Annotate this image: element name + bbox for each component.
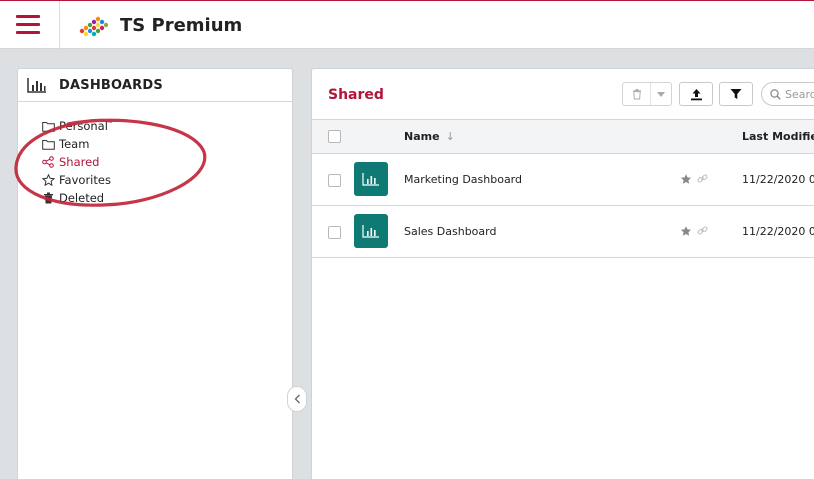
- delete-button[interactable]: [623, 83, 651, 105]
- hamburger-menu-icon[interactable]: [16, 15, 40, 35]
- upload-icon: [690, 88, 702, 100]
- dashboard-tile-icon: [354, 214, 388, 248]
- delete-button-group[interactable]: [622, 82, 672, 106]
- bar-chart-icon: [27, 78, 46, 93]
- favorite-star-icon[interactable]: [680, 225, 692, 237]
- folder-icon: [41, 138, 55, 150]
- column-header-name[interactable]: Name ↓: [404, 130, 455, 143]
- tree-item-label: Shared: [59, 155, 100, 169]
- filter-button[interactable]: [719, 82, 753, 106]
- tree-item-label: Personal: [59, 119, 108, 133]
- caret-down-icon: [657, 91, 665, 97]
- dashboards-panel-header: DASHBOARDS: [18, 69, 292, 102]
- table-header: Name ↓ Last Modified: [312, 120, 814, 154]
- header-divider: [59, 1, 60, 50]
- chevron-left-icon: [294, 394, 300, 404]
- trash-icon: [41, 192, 55, 204]
- filter-icon: [730, 89, 742, 99]
- search-box[interactable]: [761, 82, 814, 106]
- tree-item-favorites[interactable]: Favorites: [41, 171, 111, 189]
- tree-item-team[interactable]: Team: [41, 135, 111, 153]
- upload-button[interactable]: [679, 82, 713, 106]
- star-outline-icon: [41, 174, 55, 186]
- tree-item-personal[interactable]: Personal: [41, 117, 111, 135]
- dashboards-panel: DASHBOARDS Personal Team Shared Favorite…: [17, 68, 293, 479]
- last-modified-date: 11/22/2020 01: [742, 225, 814, 238]
- folder-icon: [41, 120, 55, 132]
- tree-item-shared[interactable]: Shared: [41, 153, 111, 171]
- delete-dropdown-toggle[interactable]: [651, 83, 671, 105]
- favorite-star-icon[interactable]: [680, 173, 692, 185]
- sort-down-arrow-icon: ↓: [445, 130, 455, 143]
- last-modified-date: 11/22/2020 01: [742, 173, 814, 186]
- top-bar: TS Premium: [0, 0, 814, 50]
- link-icon[interactable]: [697, 173, 708, 184]
- table-row[interactable]: Sales Dashboard 11/22/2020 01: [312, 206, 814, 258]
- list-title: Shared: [328, 87, 384, 103]
- dashboard-name[interactable]: Sales Dashboard: [404, 225, 496, 238]
- share-icon: [41, 156, 55, 168]
- select-all-checkbox[interactable]: [328, 130, 341, 143]
- column-header-last-modified[interactable]: Last Modified: [742, 130, 814, 143]
- app-title: TS Premium: [120, 15, 243, 36]
- dashboards-panel-title: DASHBOARDS: [59, 77, 163, 93]
- dashboard-tile-icon: [354, 162, 388, 196]
- tree-item-label: Deleted: [59, 191, 105, 205]
- list-header: Shared: [312, 69, 814, 120]
- dashboard-list-panel: Shared Name ↓ Last Modified: [311, 68, 814, 479]
- search-input[interactable]: [785, 87, 814, 101]
- collapse-panel-button[interactable]: [287, 386, 307, 412]
- table-row[interactable]: Marketing Dashboard 11/22/2020 01: [312, 154, 814, 206]
- link-icon[interactable]: [697, 225, 708, 236]
- dashboard-name[interactable]: Marketing Dashboard: [404, 173, 522, 186]
- app-logo-icon: [79, 16, 109, 37]
- tree-item-label: Favorites: [59, 173, 111, 187]
- search-icon: [770, 88, 781, 100]
- column-header-name-label: Name: [404, 130, 440, 143]
- folder-tree: Personal Team Shared Favorites Deleted: [41, 117, 111, 207]
- row-checkbox[interactable]: [328, 226, 341, 239]
- trash-icon: [632, 89, 641, 100]
- tree-item-deleted[interactable]: Deleted: [41, 189, 111, 207]
- row-checkbox[interactable]: [328, 174, 341, 187]
- tree-item-label: Team: [59, 137, 90, 151]
